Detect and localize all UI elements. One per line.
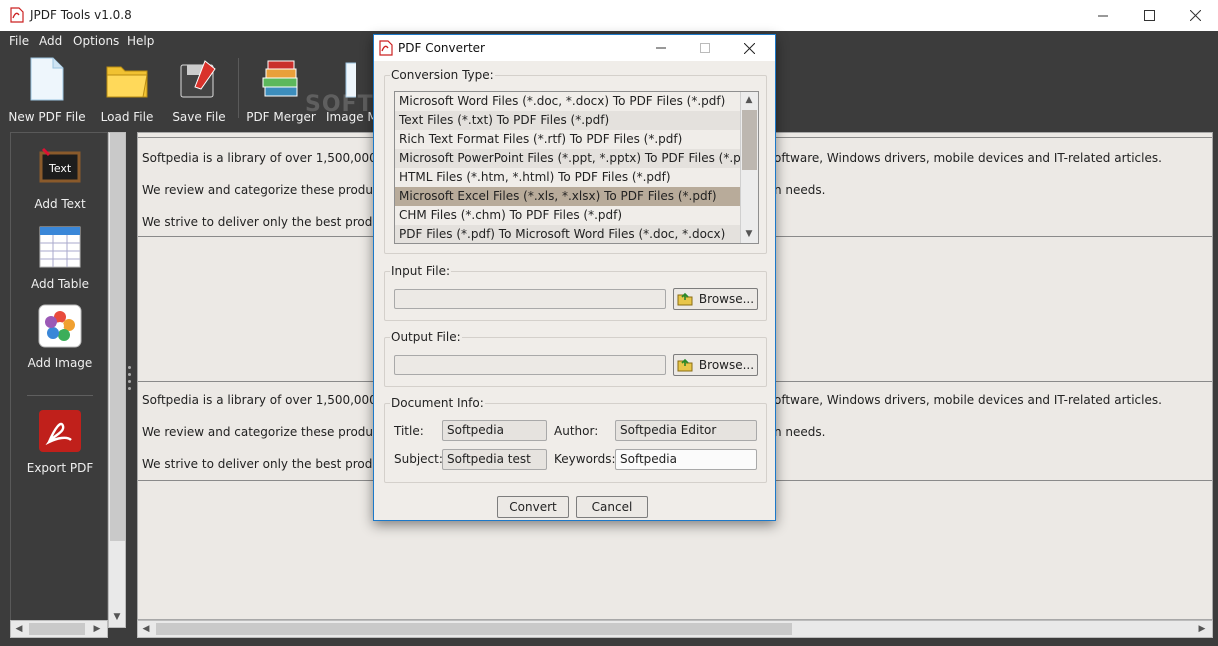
keywords-label: Keywords: xyxy=(554,452,616,466)
dialog-close-button[interactable] xyxy=(727,35,771,61)
dialog-maximize-button[interactable] xyxy=(683,35,727,61)
text-icon-glyph: Text xyxy=(48,162,72,175)
scroll-down-arrow-icon[interactable]: ▼ xyxy=(109,609,125,625)
left-hscroll-thumb[interactable] xyxy=(29,623,85,635)
title-field[interactable]: Softpedia xyxy=(442,420,547,441)
list-item[interactable]: Rich Text Format Files (*.rtf) To PDF Fi… xyxy=(395,130,740,149)
list-vertical-scrollbar[interactable]: ▲ ▼ xyxy=(740,92,758,243)
doc-text-line: oftware, Windows drivers, mobile devices… xyxy=(774,151,1162,165)
output-browse-button[interactable]: Browse... xyxy=(673,354,758,376)
new-pdf-file-button[interactable]: New PDF File xyxy=(8,52,86,126)
scroll-up-arrow-icon[interactable]: ▲ xyxy=(741,92,757,108)
table-icon xyxy=(36,223,84,271)
text-board-icon: Text xyxy=(36,143,84,191)
subject-field[interactable]: Softpedia test xyxy=(442,449,547,470)
maximize-button[interactable] xyxy=(1126,0,1172,31)
main-titlebar: JPDF Tools v1.0.8 xyxy=(0,0,1218,31)
app-pdf-icon xyxy=(10,7,24,26)
load-file-button[interactable]: Load File xyxy=(96,52,158,126)
document-horizontal-scrollbar[interactable]: ◀ ▶ xyxy=(137,620,1213,638)
scroll-down-arrow-icon[interactable]: ▼ xyxy=(741,226,757,242)
folder-open-icon xyxy=(677,358,693,372)
doc-text-line: n needs. xyxy=(774,183,826,197)
list-item[interactable]: Microsoft PowerPoint Files (*.ppt, *.ppt… xyxy=(395,149,757,168)
add-table-label: Add Table xyxy=(30,277,90,291)
scroll-right-arrow-icon[interactable]: ▶ xyxy=(1194,621,1210,637)
book-stack-icon xyxy=(258,56,304,102)
folder-icon xyxy=(104,56,150,102)
doc-text-line: We review and categorize these products … xyxy=(142,183,406,197)
menu-file[interactable]: File xyxy=(9,34,29,48)
doc-text-line: oftware, Windows drivers, mobile devices… xyxy=(774,393,1162,407)
conversion-type-list[interactable]: Microsoft Word Files (*.doc, *.docx) To … xyxy=(394,91,759,244)
document-hscroll-thumb[interactable] xyxy=(156,623,792,635)
dialog-titlebar: PDF Converter xyxy=(374,35,775,61)
menu-add[interactable]: Add xyxy=(39,34,62,48)
dialog-title: PDF Converter xyxy=(398,41,485,55)
save-file-button[interactable]: Save File xyxy=(168,52,230,126)
doc-text-line: We review and categorize these products … xyxy=(142,425,406,439)
photo-flower-icon xyxy=(36,302,84,350)
folder-open-icon xyxy=(677,292,693,306)
add-table-button[interactable]: Add Table xyxy=(11,223,109,291)
input-browse-button[interactable]: Browse... xyxy=(673,288,758,310)
author-label: Author: xyxy=(554,424,599,438)
menu-options[interactable]: Options xyxy=(73,34,119,48)
browse-label: Browse... xyxy=(698,358,755,372)
list-item[interactable]: Microsoft Word Files (*.doc, *.docx) To … xyxy=(395,92,740,111)
add-image-button[interactable]: Add Image xyxy=(11,302,109,370)
scroll-left-arrow-icon[interactable]: ◀ xyxy=(11,621,27,637)
document-info-group xyxy=(384,403,767,483)
add-image-label: Add Image xyxy=(27,356,93,370)
list-item[interactable]: CHM Files (*.chm) To PDF Files (*.pdf) xyxy=(395,206,740,225)
dialog-pdf-icon xyxy=(379,40,393,59)
new-pdf-file-label: New PDF File xyxy=(8,110,86,124)
dialog-minimize-button[interactable] xyxy=(639,35,683,61)
panel-separator xyxy=(27,395,93,396)
pdf-converter-dialog: PDF Converter Conversion Type: Microsoft… xyxy=(373,34,776,521)
input-file-field[interactable] xyxy=(394,289,666,309)
list-item-selected[interactable]: Microsoft Excel Files (*.xls, *.xlsx) To… xyxy=(395,187,740,206)
new-document-icon xyxy=(24,56,70,102)
minimize-button[interactable] xyxy=(1080,0,1126,31)
menu-help[interactable]: Help xyxy=(127,34,154,48)
left-scroll-thumb[interactable] xyxy=(110,133,125,541)
splitter-handle[interactable] xyxy=(128,366,132,394)
add-text-button[interactable]: Text Add Text xyxy=(11,143,109,211)
toolbar-separator xyxy=(238,58,239,118)
convert-button[interactable]: Convert xyxy=(497,496,569,518)
left-horizontal-scrollbar[interactable]: ◀ ▶ xyxy=(10,620,108,638)
export-pdf-label: Export PDF xyxy=(26,461,94,475)
list-scroll-thumb[interactable] xyxy=(742,110,757,170)
add-text-label: Add Text xyxy=(34,197,86,211)
save-file-label: Save File xyxy=(172,110,226,124)
cancel-button[interactable]: Cancel xyxy=(576,496,648,518)
author-field[interactable]: Softpedia Editor xyxy=(615,420,757,441)
left-vertical-scrollbar[interactable]: ▼ xyxy=(108,132,126,628)
document-info-label: Document Info: xyxy=(390,396,485,410)
scroll-right-arrow-icon[interactable]: ▶ xyxy=(89,621,105,637)
list-item[interactable]: HTML Files (*.htm, *.html) To PDF Files … xyxy=(395,168,740,187)
load-file-label: Load File xyxy=(100,110,154,124)
browse-label: Browse... xyxy=(698,292,755,306)
list-item[interactable]: Text Files (*.txt) To PDF Files (*.pdf) xyxy=(395,111,740,130)
output-file-label: Output File: xyxy=(390,330,462,344)
window-title: JPDF Tools v1.0.8 xyxy=(30,8,132,22)
doc-text-line: n needs. xyxy=(774,425,826,439)
input-file-label: Input File: xyxy=(390,264,452,278)
close-button[interactable] xyxy=(1172,0,1218,31)
tools-panel: Text Add Text Add Table Add Image Export… xyxy=(10,132,108,628)
pdf-export-icon xyxy=(36,407,84,455)
export-pdf-button[interactable]: Export PDF xyxy=(11,407,109,475)
save-disk-icon xyxy=(176,56,222,102)
conversion-type-label: Conversion Type: xyxy=(390,68,495,82)
keywords-field[interactable]: Softpedia xyxy=(615,449,757,470)
scroll-left-arrow-icon[interactable]: ◀ xyxy=(138,621,154,637)
list-item[interactable]: PDF Files (*.pdf) To Microsoft Word File… xyxy=(395,225,740,243)
subject-label: Subject: xyxy=(394,452,443,466)
title-label: Title: xyxy=(394,424,424,438)
output-file-field[interactable] xyxy=(394,355,666,375)
